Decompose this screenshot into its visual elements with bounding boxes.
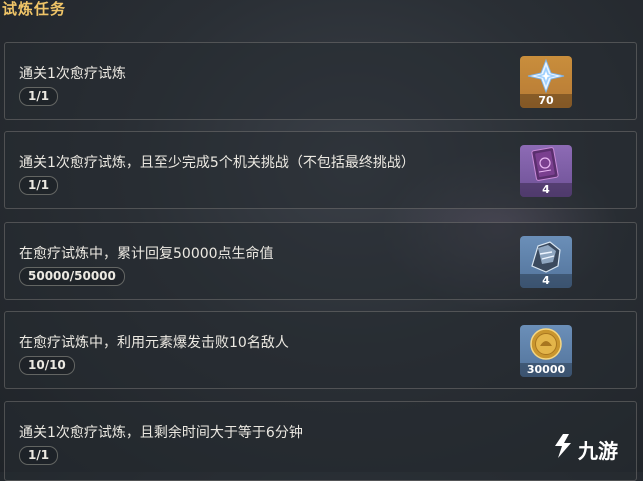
reward-item[interactable]: 70 bbox=[520, 56, 572, 108]
task-progress-badge: 1/1 bbox=[19, 176, 59, 195]
watermark-text: 九游 bbox=[578, 439, 618, 463]
section-title: 试炼任务 bbox=[2, 0, 67, 18]
task-progress-badge: 1/1 bbox=[19, 87, 59, 106]
reward-item[interactable]: 4 bbox=[520, 236, 572, 288]
task-card: 通关1次愈疗试炼，且剩余时间大于等于6分钟 1/1 bbox=[4, 401, 637, 481]
reward-count: 4 bbox=[520, 183, 572, 197]
enhancement-ore-icon bbox=[531, 241, 561, 273]
primogem-icon bbox=[527, 58, 565, 94]
task-label: 通关1次愈疗试炼，且至少完成5个机关挑战（不包括最终挑战） bbox=[19, 155, 415, 171]
task-label: 在愈疗试炼中，利用元素爆发击败10名敌人 bbox=[19, 335, 289, 351]
task-card: 通关1次愈疗试炼，且至少完成5个机关挑战（不包括最终挑战） 1/1 4 bbox=[4, 131, 637, 209]
reward-count: 70 bbox=[520, 94, 572, 108]
task-progress-badge: 10/10 bbox=[19, 356, 75, 375]
task-label: 通关1次愈疗试炼，且剩余时间大于等于6分钟 bbox=[19, 425, 303, 441]
reward-item[interactable]: 30000 bbox=[520, 325, 572, 377]
task-progress-badge: 50000/50000 bbox=[19, 267, 125, 286]
site-watermark: 九游 bbox=[548, 428, 640, 468]
watermark-logo-icon bbox=[555, 434, 571, 458]
task-card: 在愈疗试炼中，累计回复50000点生命值 50000/50000 4 bbox=[4, 222, 637, 300]
mora-coin-icon bbox=[530, 328, 562, 360]
task-progress-badge: 1/1 bbox=[19, 446, 59, 465]
task-label: 通关1次愈疗试炼 bbox=[19, 66, 126, 82]
task-label: 在愈疗试炼中，累计回复50000点生命值 bbox=[19, 246, 274, 262]
reward-count: 30000 bbox=[520, 363, 572, 377]
reward-item[interactable]: 4 bbox=[520, 145, 572, 197]
reward-count: 4 bbox=[520, 274, 572, 288]
task-card: 在愈疗试炼中，利用元素爆发击败10名敌人 10/10 30000 bbox=[4, 311, 637, 389]
heros-wit-book-icon bbox=[531, 147, 559, 181]
task-card: 通关1次愈疗试炼 1/1 70 bbox=[4, 42, 637, 120]
